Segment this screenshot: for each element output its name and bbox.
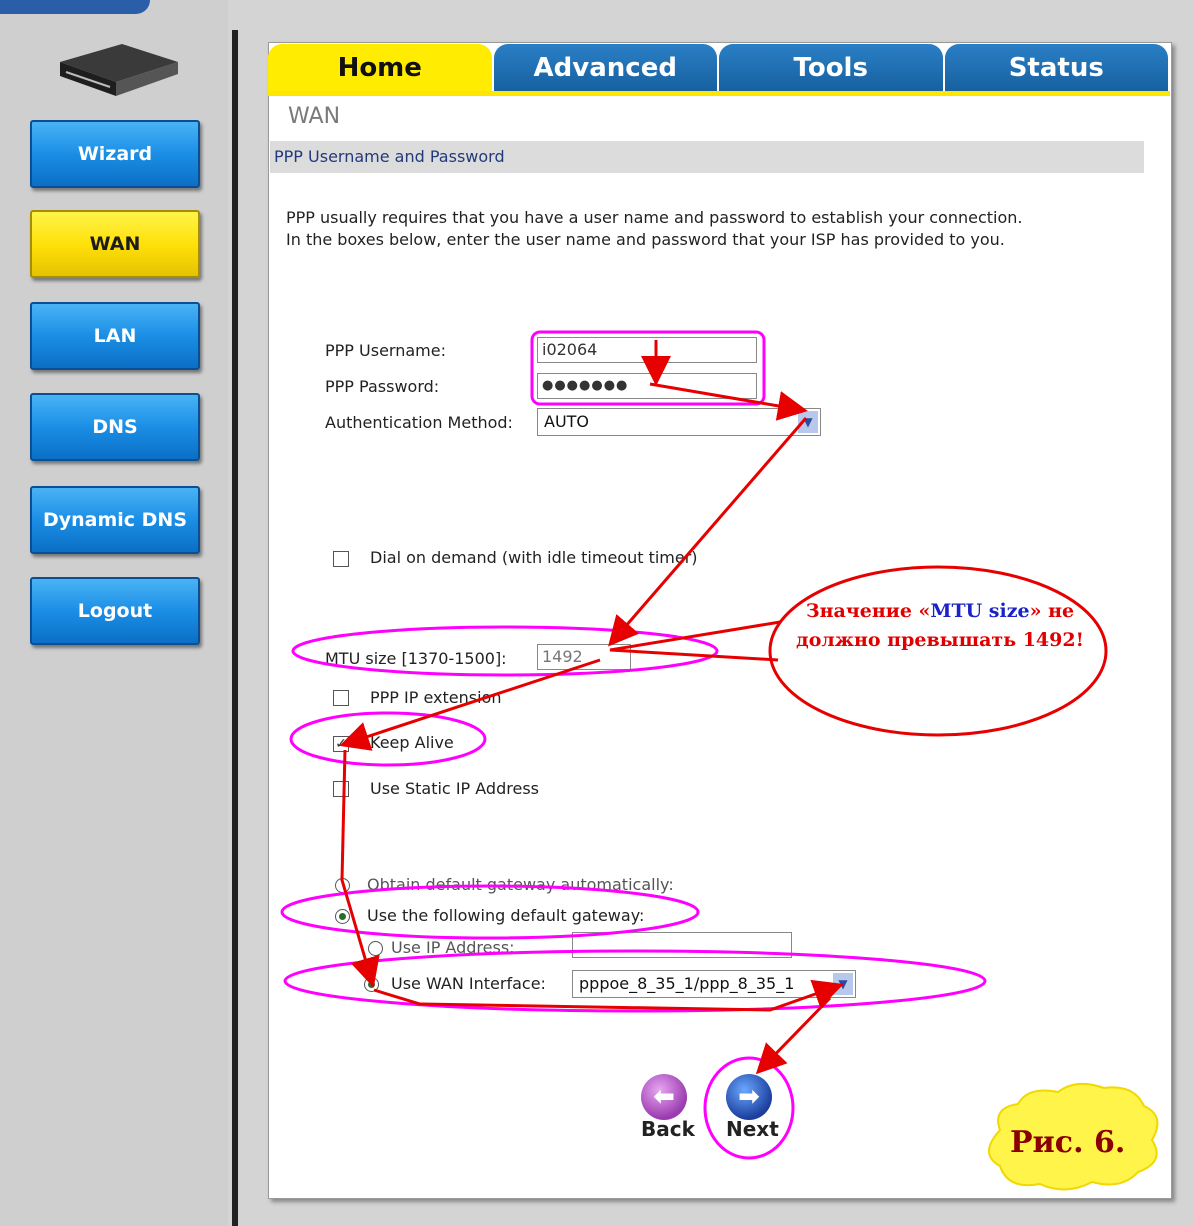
gateway-ip-label: Use IP Address: xyxy=(391,938,515,957)
tab-home[interactable]: Home xyxy=(268,44,492,92)
gateway-auto-radio[interactable] xyxy=(335,878,350,893)
tab-tools[interactable]: Tools xyxy=(719,44,943,92)
keep-alive-label: Keep Alive xyxy=(370,733,454,752)
sidebar-item-logout[interactable]: Logout xyxy=(30,577,200,645)
sidebar-item-dynamic-dns[interactable]: Dynamic DNS xyxy=(30,486,200,554)
keep-alive-checkbox[interactable]: ✓ xyxy=(333,736,349,752)
description-line-2: In the boxes below, enter the user name … xyxy=(286,230,1005,249)
chevron-down-icon[interactable]: ▼ xyxy=(833,973,853,995)
brand-strip xyxy=(0,0,150,14)
back-label: Back xyxy=(641,1117,695,1141)
arrow-right-icon: ➡ xyxy=(738,1082,760,1112)
tab-underline xyxy=(268,91,1170,96)
ppp-username-input[interactable]: i02064 xyxy=(537,337,757,363)
tab-status[interactable]: Status xyxy=(944,44,1168,92)
description-line-1: PPP usually requires that you have a use… xyxy=(286,208,1023,227)
gateway-ip-radio[interactable] xyxy=(368,941,383,956)
auth-method-select[interactable]: AUTO ▼ xyxy=(537,408,821,436)
router-device-icon xyxy=(60,44,178,96)
section-header: PPP Username and Password xyxy=(270,141,1144,173)
gateway-auto-label: Obtain default gateway automatically: xyxy=(367,875,674,894)
gateway-manual-label: Use the following default gateway: xyxy=(367,906,645,925)
auth-method-label: Authentication Method: xyxy=(325,413,513,432)
ppp-username-label: PPP Username: xyxy=(325,341,446,360)
back-button[interactable]: ⬅ xyxy=(641,1074,687,1120)
next-label: Next xyxy=(726,1117,779,1141)
mtu-size-label: MTU size [1370-1500]: xyxy=(325,649,507,668)
left-sidebar: Wizard WAN LAN DNS Dynamic DNS Logout xyxy=(0,0,228,1226)
sidebar-item-wan[interactable]: WAN xyxy=(30,210,200,278)
figure-label: Рис. 6. xyxy=(1010,1125,1126,1160)
sidebar-item-dns[interactable]: DNS xyxy=(30,393,200,461)
page-title: WAN xyxy=(288,104,341,129)
tab-advanced[interactable]: Advanced xyxy=(493,44,717,92)
gateway-wan-label: Use WAN Interface: xyxy=(391,974,546,993)
mtu-size-input[interactable]: 1492 xyxy=(537,644,631,670)
note-text-1: Значение « xyxy=(805,600,931,622)
static-ip-checkbox[interactable] xyxy=(333,781,349,797)
description: PPP usually requires that you have a use… xyxy=(286,207,1023,251)
ppp-ip-extension-label: PPP IP extension xyxy=(370,688,502,707)
dial-on-demand-label: Dial on demand (with idle timeout timer) xyxy=(370,548,698,567)
top-tabs: Home Advanced Tools Status xyxy=(268,44,1170,92)
sidebar-item-wizard[interactable]: Wizard xyxy=(30,120,200,188)
chevron-down-icon[interactable]: ▼ xyxy=(798,411,818,433)
sidebar-divider xyxy=(232,30,238,1226)
gateway-manual-radio[interactable] xyxy=(335,909,350,924)
note-text-mtu: MTU size xyxy=(930,600,1030,622)
ppp-ip-extension-checkbox[interactable] xyxy=(333,690,349,706)
gateway-ip-input[interactable] xyxy=(572,932,792,958)
arrow-left-icon: ⬅ xyxy=(653,1082,675,1112)
next-button[interactable]: ➡ xyxy=(726,1074,772,1120)
static-ip-label: Use Static IP Address xyxy=(370,779,539,798)
sidebar-item-lan[interactable]: LAN xyxy=(30,302,200,370)
dial-on-demand-checkbox[interactable] xyxy=(333,551,349,567)
ppp-password-label: PPP Password: xyxy=(325,377,440,396)
gateway-wan-value: pppoe_8_35_1/ppp_8_35_1 xyxy=(579,974,795,993)
ppp-password-input[interactable]: ●●●●●●● xyxy=(537,373,757,399)
mtu-note: Значение «MTU size» не должно превышать … xyxy=(790,597,1090,655)
gateway-wan-select[interactable]: pppoe_8_35_1/ppp_8_35_1 ▼ xyxy=(572,970,856,998)
gateway-wan-radio[interactable] xyxy=(364,977,379,992)
auth-method-value: AUTO xyxy=(544,412,590,431)
